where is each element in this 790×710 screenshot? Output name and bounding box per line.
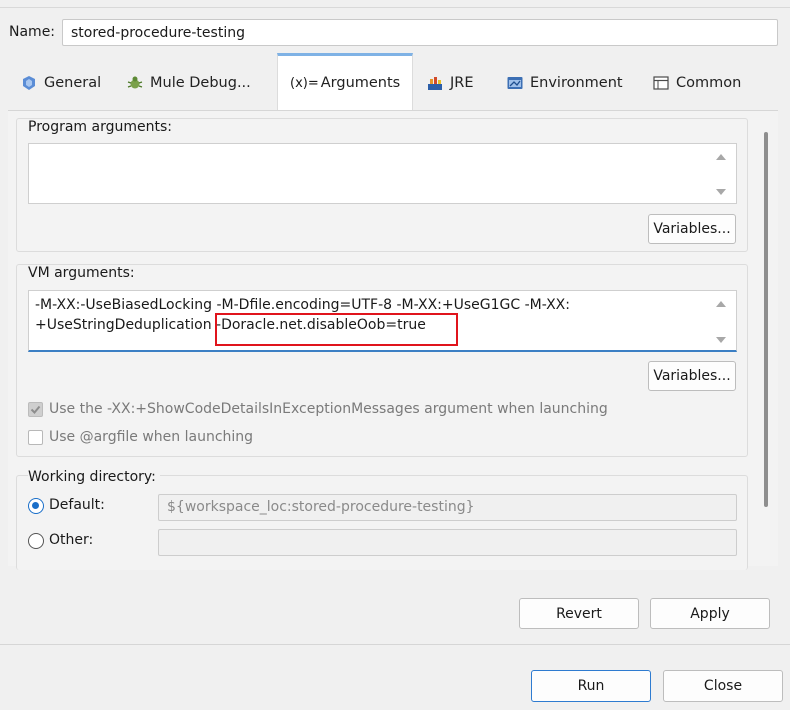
title-bar-edge <box>0 0 790 8</box>
tab-jre-label: JRE <box>450 74 474 91</box>
footer-separator <box>0 644 790 645</box>
show-code-details-label: Use the -XX:+ShowCodeDetailsInExceptionM… <box>49 401 608 417</box>
scroll-up-icon[interactable] <box>714 299 728 309</box>
scroll-up-icon[interactable] <box>714 152 728 162</box>
tab-mule-debug-label: Mule Debug... <box>150 74 251 91</box>
bug-icon <box>126 74 144 92</box>
default-radio[interactable] <box>28 498 44 514</box>
program-arguments-label: Program arguments: <box>28 119 172 135</box>
name-input[interactable] <box>62 19 778 46</box>
working-directory-label: Working directory: <box>28 469 160 485</box>
tab-jre[interactable]: JRE <box>422 55 478 110</box>
tab-general-label: General <box>44 74 102 91</box>
argfile-label: Use @argfile when launching <box>49 429 254 445</box>
tab-arguments[interactable]: (x)= Arguments <box>277 53 414 110</box>
tab-bar: General Mule Debug... (x)= Arguments JRE… <box>8 53 778 111</box>
tab-environment-label: Environment <box>530 74 623 91</box>
gear-person-icon <box>20 74 38 92</box>
run-button[interactable]: Run <box>531 670 651 702</box>
tab-general[interactable]: General <box>16 55 105 110</box>
name-label: Name: <box>9 24 56 40</box>
highlight-annotation <box>215 313 458 346</box>
apply-button[interactable]: Apply <box>650 598 770 629</box>
tab-common[interactable]: Common <box>648 55 745 110</box>
default-radio-label: Default: <box>49 497 105 513</box>
tab-common-label: Common <box>676 74 742 91</box>
vm-arguments-line-1: -M-XX:-UseBiasedLocking -M-Dfile.encodin… <box>35 297 570 313</box>
scroll-down-icon[interactable] <box>714 335 728 345</box>
other-radio-label: Other: <box>49 532 94 548</box>
jre-icon <box>426 74 444 92</box>
program-variables-button[interactable]: Variables... <box>648 214 736 244</box>
arguments-icon: (x)= <box>290 75 319 91</box>
vm-variables-button[interactable]: Variables... <box>648 361 736 391</box>
tab-environment[interactable]: Environment <box>502 55 627 110</box>
revert-button[interactable]: Revert <box>519 598 639 629</box>
common-icon <box>652 74 670 92</box>
environment-icon <box>506 74 524 92</box>
argfile-checkbox[interactable] <box>28 430 43 445</box>
vm-arguments-label: VM arguments: <box>28 265 135 281</box>
program-arguments-input[interactable] <box>28 143 737 204</box>
other-radio[interactable] <box>28 533 44 549</box>
default-directory-field: ${workspace_loc:stored-procedure-testing… <box>158 494 737 521</box>
show-code-details-checkbox[interactable] <box>28 402 43 417</box>
panel-scrollbar[interactable] <box>764 132 768 507</box>
scroll-down-icon[interactable] <box>714 187 728 197</box>
other-directory-field[interactable] <box>158 529 737 556</box>
tab-arguments-label: Arguments <box>320 75 401 91</box>
close-button[interactable]: Close <box>663 670 783 702</box>
tab-mule-debug[interactable]: Mule Debug... <box>122 55 255 110</box>
